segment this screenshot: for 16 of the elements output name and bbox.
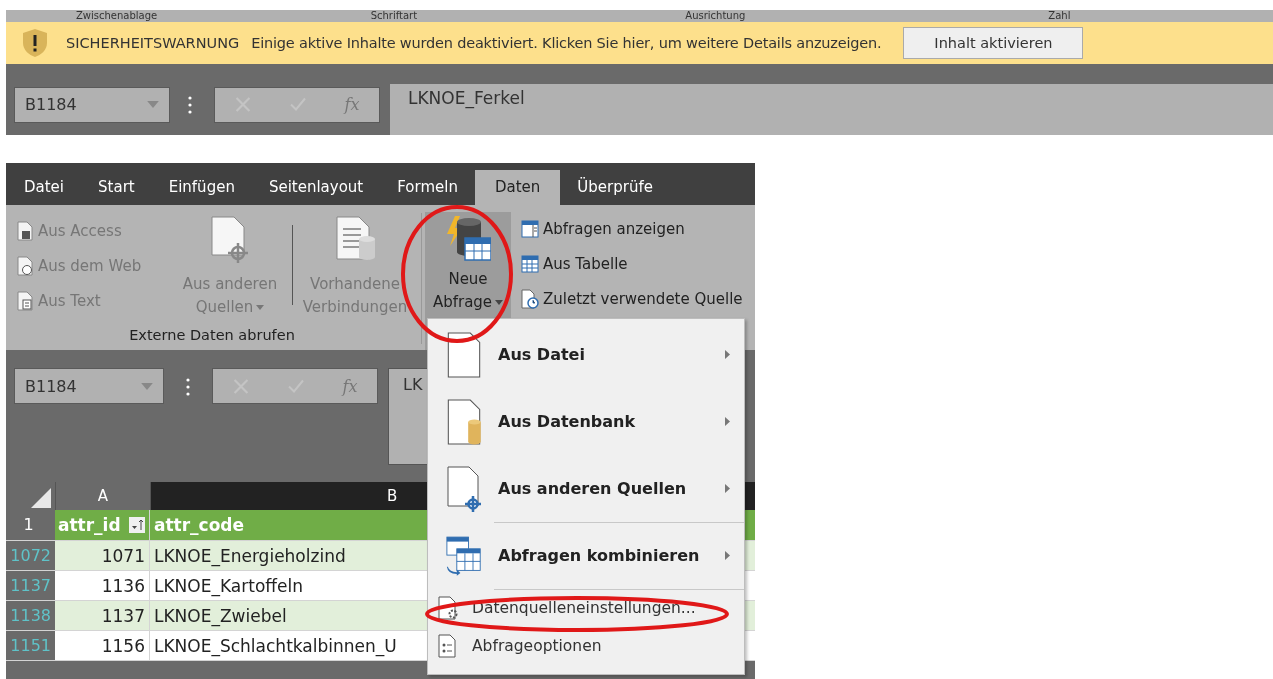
table-cell-text: LKNOE_Zwiebel <box>153 605 287 629</box>
table-cell: 1137 <box>55 601 150 630</box>
ribbon-group-label: Externe Daten abrufen <box>128 326 296 345</box>
table-cell-text: LKNOE_Schlachtkalbinnen_U <box>153 635 397 659</box>
ribbon-group-label: Zahl <box>1048 10 1072 22</box>
warning-title: SICHERHEITSWARNUNG <box>66 35 240 51</box>
ribbon-group-label: Zwischenablage <box>76 10 159 22</box>
table-cell-text: LKNOE_Kartoffeln <box>153 575 303 599</box>
table-cell: 1156 <box>55 631 150 660</box>
table-cell: 1136 <box>55 571 150 600</box>
table-cell: 1071 <box>55 541 150 570</box>
table-header-cell-text: attr_code <box>153 514 245 537</box>
table-cell-text: LKNOE_Energieholzind <box>153 545 346 569</box>
ribbon-group-label: Ausrichtung <box>685 10 747 22</box>
ribbon-group-label: Schriftart <box>370 10 419 22</box>
table-header-cell-text: attr_id <box>58 514 121 537</box>
